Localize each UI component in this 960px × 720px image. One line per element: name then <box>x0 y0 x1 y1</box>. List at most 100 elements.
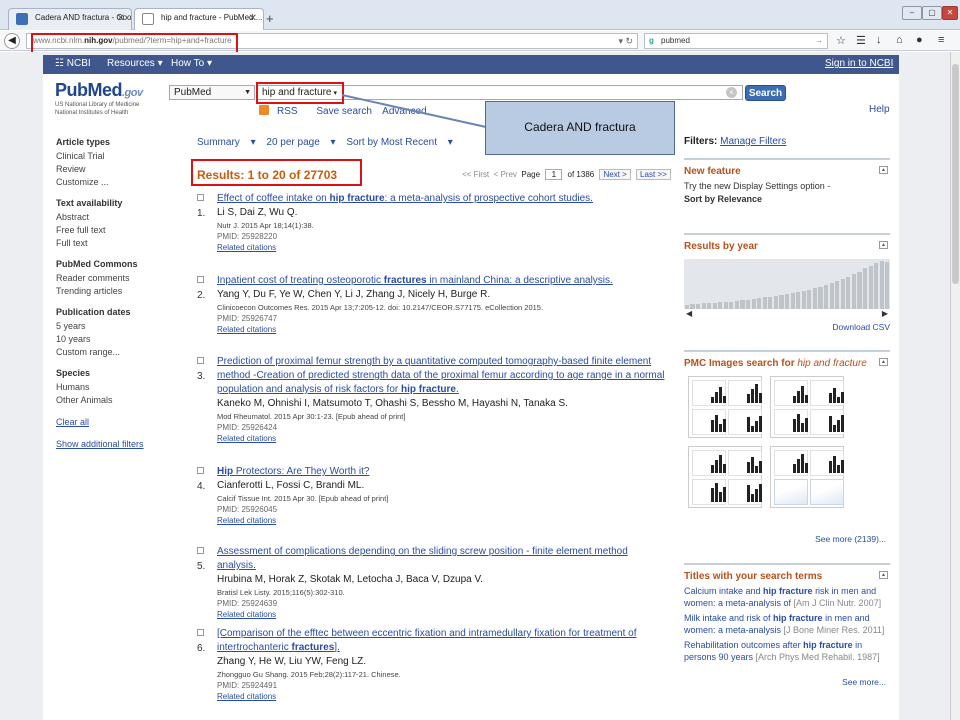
filter-option[interactable]: Humans <box>56 381 176 394</box>
web-search-input[interactable]: g pubmed → <box>644 33 828 49</box>
filter-option[interactable]: Reader comments <box>56 272 176 285</box>
per-page-dropdown[interactable]: 20 per page ▾ <box>266 137 335 148</box>
clear-all-link[interactable]: Clear all <box>56 416 176 429</box>
related-citations-link[interactable]: Related citations <box>217 433 667 444</box>
result-checkbox[interactable] <box>197 357 204 364</box>
close-tab-icon[interactable]: ✕ <box>117 13 125 24</box>
pubmed-logo[interactable]: PubMed.gov US National Library of Medici… <box>55 80 165 117</box>
bookmark-star-icon[interactable]: ☆ <box>836 34 846 47</box>
home-icon[interactable]: ⌂ <box>896 34 903 46</box>
database-select[interactable]: PubMed ▼ <box>169 85 255 100</box>
related-citations-link[interactable]: Related citations <box>217 609 667 620</box>
year-bar[interactable] <box>740 300 745 309</box>
prev-page-link[interactable]: < Prev <box>494 170 517 179</box>
clear-search-icon[interactable]: × <box>726 87 737 98</box>
year-bar[interactable] <box>796 292 801 309</box>
result-checkbox[interactable] <box>197 194 204 201</box>
related-title-link[interactable]: Calcium intake and hip fracture risk in … <box>684 586 890 609</box>
filter-option[interactable]: Trending articles <box>56 285 176 298</box>
tab-google-search[interactable]: Cadera AND fractura - Goo... ✕ <box>8 8 132 30</box>
year-bar[interactable] <box>757 298 762 309</box>
filter-option[interactable]: Abstract <box>56 211 176 224</box>
related-citations-link[interactable]: Related citations <box>217 242 667 253</box>
histogram-prev-icon[interactable]: ◀ <box>686 309 692 318</box>
year-bar[interactable] <box>801 290 806 309</box>
year-bar[interactable] <box>851 274 856 309</box>
close-window-button[interactable]: ✕ <box>942 6 958 20</box>
result-checkbox[interactable] <box>197 547 204 554</box>
save-search-link[interactable]: Save search <box>316 106 372 117</box>
back-arrow-icon[interactable]: ◀ <box>4 33 20 49</box>
tab-pubmed[interactable]: hip and fracture - PubMed ... ✕ <box>134 8 264 30</box>
related-citations-link[interactable]: Related citations <box>217 515 667 526</box>
minimize-button[interactable]: – <box>902 6 922 20</box>
year-bar[interactable] <box>874 262 879 309</box>
advanced-link[interactable]: Advanced <box>382 106 426 117</box>
year-bar[interactable] <box>835 281 840 309</box>
howto-menu[interactable]: How To ▾ <box>171 58 212 69</box>
year-bar[interactable] <box>829 283 834 309</box>
result-title-link[interactable]: Effect of coffee intake on hip fracture:… <box>217 192 667 206</box>
pmc-image-thumbnail[interactable] <box>770 446 844 508</box>
collapse-toggle-icon[interactable]: ▲ <box>879 241 888 249</box>
titles-see-more-link[interactable]: See more... <box>842 677 886 687</box>
sort-dropdown[interactable]: Sort by Most Recent ▾ <box>346 137 452 148</box>
histogram-next-icon[interactable]: ▶ <box>882 309 888 318</box>
year-bar[interactable] <box>840 279 845 309</box>
first-page-link[interactable]: << First <box>462 170 489 179</box>
year-bar[interactable] <box>734 301 740 309</box>
collapse-toggle-icon[interactable]: ▲ <box>879 166 888 174</box>
sort-relevance-link[interactable]: Sort by Relevance <box>684 193 890 206</box>
year-bar[interactable] <box>746 299 751 309</box>
search-button[interactable]: Search <box>745 85 786 101</box>
reading-list-icon[interactable]: ☰ <box>856 34 866 47</box>
year-bar[interactable] <box>729 301 734 309</box>
result-checkbox[interactable] <box>197 276 204 283</box>
menu-icon[interactable]: ≡ <box>938 34 944 46</box>
page-number-input[interactable]: 1 <box>545 169 563 180</box>
pmc-image-thumbnail[interactable] <box>770 376 844 438</box>
search-go-icon[interactable]: → <box>815 34 823 48</box>
signin-link[interactable]: Sign in to NCBI <box>825 58 893 69</box>
filter-option[interactable]: Free full text <box>56 224 176 237</box>
summary-dropdown[interactable]: Summary ▾ <box>197 137 256 148</box>
help-link[interactable]: Help <box>869 104 890 115</box>
filter-option[interactable]: Other Animals <box>56 394 176 407</box>
pmc-image-thumbnail[interactable] <box>688 446 762 508</box>
related-title-link[interactable]: Rehabilitation outcomes after hip fractu… <box>684 640 890 663</box>
results-by-year-histogram[interactable] <box>684 259 890 309</box>
year-bar[interactable] <box>879 261 884 309</box>
show-additional-filters-link[interactable]: Show additional filters <box>56 438 176 451</box>
year-bar[interactable] <box>862 268 868 309</box>
chat-icon[interactable]: ● <box>916 34 923 46</box>
maximize-button[interactable]: ▢ <box>922 6 942 20</box>
year-bar[interactable] <box>773 296 779 309</box>
collapse-toggle-icon[interactable]: ▲ <box>879 571 888 579</box>
year-bar[interactable] <box>823 285 829 309</box>
pmc-image-thumbnail[interactable] <box>688 376 762 438</box>
result-title-link[interactable]: Inpatient cost of treating osteoporotic … <box>217 274 667 288</box>
year-bar[interactable] <box>885 261 890 309</box>
download-icon[interactable]: ↓ <box>876 34 882 46</box>
result-title-link[interactable]: Hip Protectors: Are They Worth it? <box>217 465 667 479</box>
result-title-link[interactable]: Assessment of complications depending on… <box>217 545 667 573</box>
new-tab-icon[interactable]: + <box>266 11 274 26</box>
rss-link[interactable]: RSS <box>259 105 306 117</box>
year-bar[interactable] <box>868 265 873 309</box>
collapse-toggle-icon[interactable]: ▲ <box>879 358 888 366</box>
year-bar[interactable] <box>762 297 767 309</box>
filter-option[interactable]: Full text <box>56 237 176 250</box>
year-bar[interactable] <box>751 299 756 309</box>
year-bar[interactable] <box>807 289 812 309</box>
filter-option[interactable]: Custom range... <box>56 346 176 359</box>
year-bar[interactable] <box>818 286 823 309</box>
next-page-button[interactable]: Next > <box>599 169 631 180</box>
result-title-link[interactable]: Prediction of proximal femur strength by… <box>217 355 667 397</box>
year-bar[interactable] <box>779 295 784 309</box>
result-checkbox[interactable] <box>197 467 204 474</box>
year-bar[interactable] <box>718 302 723 309</box>
year-bar[interactable] <box>785 294 790 309</box>
filter-option[interactable]: 5 years <box>56 320 176 333</box>
filter-option[interactable]: Clinical Trial <box>56 150 176 163</box>
result-title-link[interactable]: [Comparison of the efftec between eccent… <box>217 627 667 655</box>
